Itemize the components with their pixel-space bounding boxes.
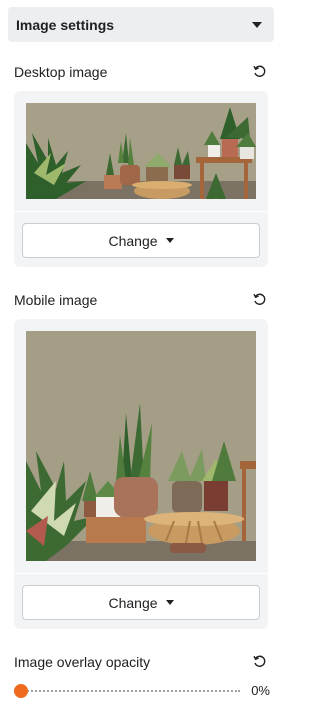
desktop-image-preview[interactable] — [26, 103, 256, 199]
slider-track[interactable] — [20, 690, 240, 692]
mobile-image-label: Mobile image — [14, 292, 98, 308]
card-divider — [14, 573, 268, 574]
image-settings-header[interactable]: Image settings — [8, 7, 274, 42]
desktop-image-label: Desktop image — [14, 64, 108, 80]
caret-down-icon[interactable] — [252, 21, 262, 28]
caret-down-icon — [165, 238, 174, 243]
reset-icon[interactable] — [252, 64, 268, 80]
overlay-opacity-label-row: Image overlay opacity — [14, 654, 268, 670]
reset-icon[interactable] — [252, 654, 268, 670]
slider-value: 0% — [251, 683, 270, 698]
slider-thumb[interactable] — [14, 684, 28, 698]
desktop-image-label-row: Desktop image — [14, 64, 268, 80]
desktop-change-button[interactable]: Change — [22, 223, 260, 258]
mobile-image-card: Change — [14, 319, 268, 629]
mobile-change-button[interactable]: Change — [22, 585, 260, 620]
change-button-label: Change — [108, 232, 158, 249]
overlay-opacity-label: Image overlay opacity — [14, 654, 151, 670]
desktop-image-card: Change — [14, 91, 268, 267]
mobile-image-label-row: Mobile image — [14, 292, 268, 308]
change-button-label: Change — [108, 594, 158, 611]
reset-icon[interactable] — [252, 292, 268, 308]
mobile-image-preview[interactable] — [26, 331, 256, 561]
section-title: Image settings — [16, 16, 115, 33]
caret-down-icon — [165, 600, 174, 605]
card-divider — [14, 211, 268, 212]
overlay-opacity-slider[interactable]: 0% — [14, 681, 270, 701]
